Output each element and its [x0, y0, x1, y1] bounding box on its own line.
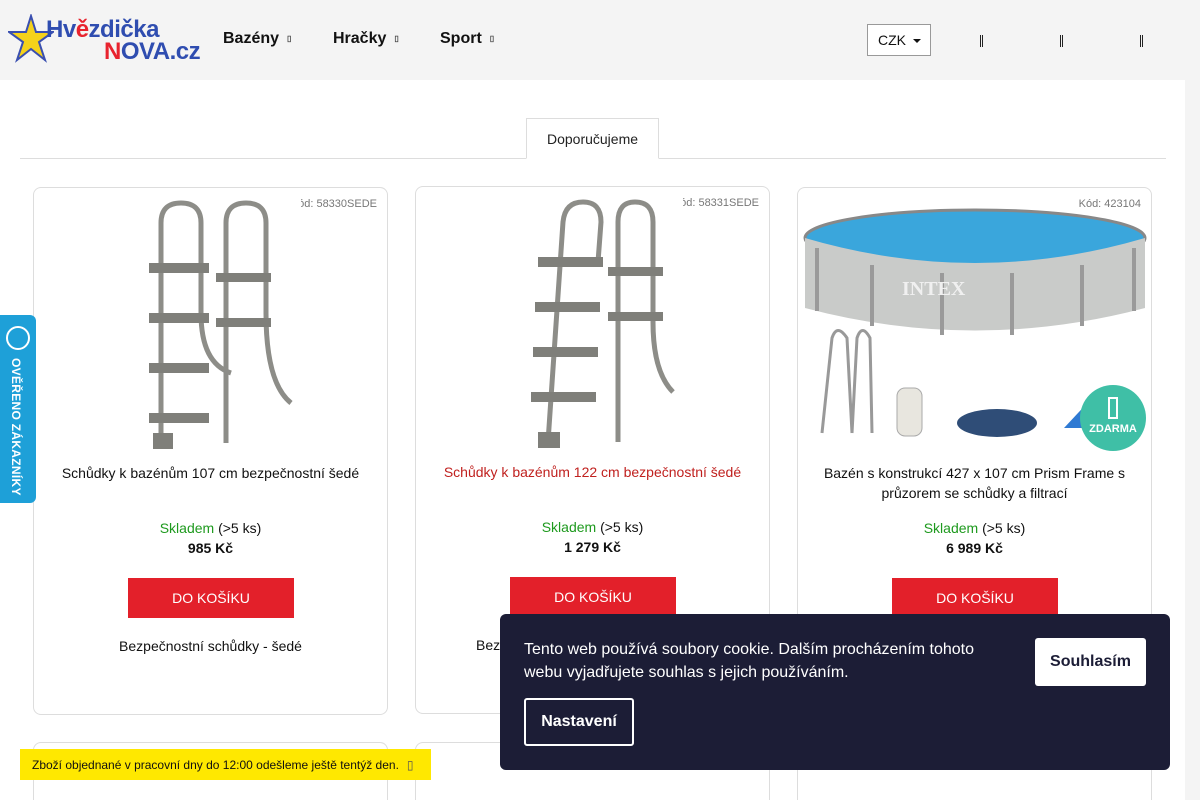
intex-brand-text: INTEX	[902, 278, 966, 300]
stock-info: Skladem (>5 ks)	[798, 520, 1151, 536]
caret-down-icon: ▯	[394, 34, 399, 44]
site-logo[interactable]: Hvězdička NOVA.cz	[8, 14, 203, 66]
dropdown-arrow-icon	[913, 39, 921, 43]
truck-icon	[1108, 397, 1118, 419]
logo-line-2: NOVA.cz	[104, 38, 201, 65]
cart-icon[interactable]	[1133, 32, 1149, 50]
verified-seal-icon	[6, 326, 30, 350]
close-icon[interactable]: ▯	[407, 758, 414, 772]
stock-qty: (>5 ks)	[218, 520, 262, 536]
add-to-cart-button[interactable]: DO KOŠÍKU	[892, 578, 1058, 618]
accept-cookies-button[interactable]: Souhlasím	[1035, 638, 1146, 686]
add-to-cart-button[interactable]: DO KOŠÍKU	[128, 578, 294, 618]
nav-hracky-label: Hračky	[333, 30, 387, 47]
add-to-cart-button[interactable]: DO KOŠÍKU	[510, 577, 676, 617]
stock-info: Skladem (>5 ks)	[34, 520, 387, 536]
caret-down-icon: ▯	[287, 34, 292, 44]
page-scrollbar[interactable]	[1185, 80, 1200, 800]
product-price: 1 279 Kč	[564, 539, 621, 555]
badge-label: ZDARMA	[1089, 423, 1137, 435]
product-image[interactable]	[120, 193, 301, 455]
site-header: Hvězdička NOVA.cz Bazény ▯ Hračky ▯ Sport ▯…	[0, 0, 1200, 80]
nav-bazeny[interactable]: Bazény ▯	[223, 30, 291, 48]
nav-sport-label: Sport	[440, 30, 482, 47]
stock-qty: (>5 ks)	[982, 520, 1026, 536]
nav-sport[interactable]: Sport ▯	[440, 30, 494, 48]
verified-label: OVĚŘENO ZÁKAZNÍKY	[9, 358, 23, 496]
product-code: Kód: 58331SEDE	[672, 197, 759, 209]
search-icon[interactable]	[973, 32, 989, 50]
product-card[interactable]: Kód: 58330SEDE Schůdky k bazénům 107 cm …	[33, 187, 388, 715]
cookie-settings-button[interactable]: Nastavení	[524, 698, 634, 746]
stock-status: Skladem	[923, 520, 979, 536]
product-name[interactable]: Bazén s konstrukcí 427 x 107 cm Prism Fr…	[808, 463, 1141, 503]
currency-value: CZK	[878, 32, 906, 48]
free-shipping-badge: ZDARMA	[1080, 385, 1146, 451]
product-price: 985 Kč	[187, 540, 234, 556]
tab-doporucujeme[interactable]: Doporučujeme	[526, 118, 659, 159]
product-code: Kód: 58330SEDE	[290, 198, 377, 210]
product-image[interactable]	[502, 192, 683, 454]
stock-qty: (>5 ks)	[600, 519, 644, 535]
caret-down-icon: ▯	[489, 34, 495, 44]
stock-status: Skladem	[159, 520, 215, 536]
product-name[interactable]: Schůdky k bazénům 107 cm bezpečnostní še…	[44, 463, 377, 483]
nav-bazeny-label: Bazény	[223, 30, 280, 47]
shipping-notice-text: Zboží objednané v pracovní dny do 12:00 …	[32, 758, 399, 772]
product-name[interactable]: Schůdky k bazénům 122 cm bezpečnostní še…	[426, 462, 759, 482]
stock-info: Skladem (>5 ks)	[416, 519, 769, 535]
nav-hracky[interactable]: Hračky ▯	[333, 30, 399, 48]
user-icon[interactable]	[1053, 32, 1069, 50]
cookie-banner: Tento web používá soubory cookie. Dalším…	[500, 614, 1170, 770]
cookie-text: Tento web používá soubory cookie. Dalším…	[524, 641, 975, 681]
verified-by-customers-widget[interactable]: OVĚŘENO ZÁKAZNÍKY	[0, 315, 36, 503]
shipping-notice: Zboží objednané v pracovní dny do 12:00 …	[20, 749, 431, 780]
currency-select[interactable]: CZK	[867, 24, 931, 56]
stock-status: Skladem	[541, 519, 597, 535]
product-description: Bezpečnostní schůdky - šedé	[119, 638, 302, 654]
product-price: 6 989 Kč	[946, 540, 1003, 556]
product-code: Kód: 423104	[1078, 198, 1141, 210]
